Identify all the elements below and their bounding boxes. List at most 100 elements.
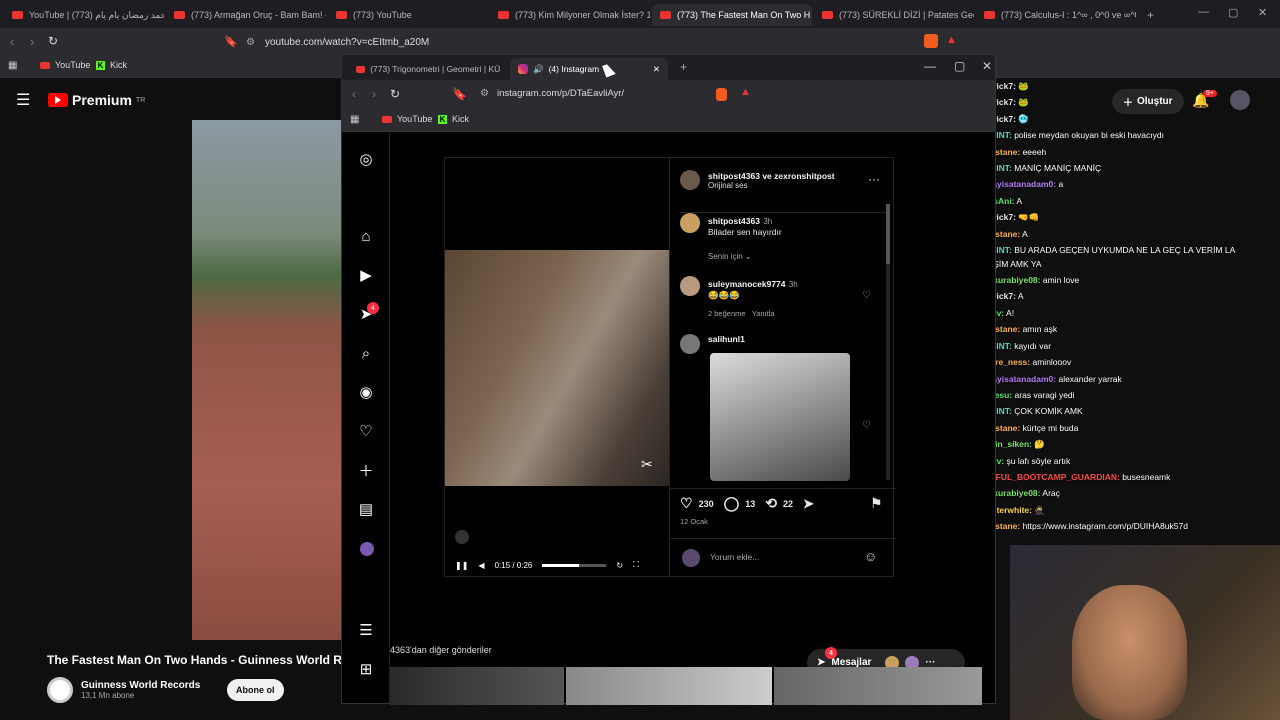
outer-address-bar[interactable]: ⚙ youtube.com/watch?v=cEItmb_a20M — [246, 31, 966, 53]
close-tab-icon[interactable]: ✕ — [653, 64, 660, 75]
channel-name[interactable]: Guinness World Records — [81, 680, 200, 691]
channel-avatar[interactable] — [47, 677, 73, 703]
outer-tab-4-active[interactable]: (773) The Fastest Man On Two H✕ — [652, 4, 812, 26]
chat-text: 🤜👊 — [1018, 212, 1040, 223]
bookmark-kick[interactable]: K Kick — [96, 60, 127, 70]
minimize-icon[interactable]: — — [1198, 6, 1209, 18]
menu-icon[interactable]: ☰ — [16, 90, 30, 110]
dashboard-icon[interactable]: ▤ — [356, 499, 376, 519]
reload-icon[interactable]: ↻ — [48, 34, 58, 48]
new-tab-icon[interactable]: + — [680, 60, 687, 74]
outer-tab-5[interactable]: (773) SÜREKLİ DİZİ | Patates Gecesi — [814, 4, 974, 26]
more-menu-icon[interactable]: ☰ — [356, 620, 376, 640]
reload-icon[interactable]: ↻ — [390, 87, 400, 101]
youtube-video-player[interactable] — [192, 120, 352, 640]
replay-icon[interactable]: ↻ — [616, 561, 623, 570]
post-author[interactable]: shitpost4363 ve zexronshitpost — [708, 171, 835, 181]
brave-rewards-icon[interactable]: ▲ — [740, 86, 751, 98]
comment-user[interactable]: suleymanocek9774 — [708, 279, 786, 289]
tagged-user-icon[interactable] — [455, 530, 469, 544]
notifications-heart-icon[interactable]: ♡ — [356, 421, 376, 441]
back-icon[interactable]: ‹ — [10, 34, 14, 49]
home-icon[interactable]: ⌂ — [356, 226, 376, 246]
apps-grid-icon[interactable]: ▦ — [350, 114, 359, 125]
comment-avatar[interactable] — [680, 334, 700, 354]
bookmark-icon[interactable]: 🔖 — [452, 87, 467, 101]
caption-user[interactable]: shitpost4363 — [708, 216, 760, 226]
grid-post-thumb[interactable] — [390, 667, 564, 705]
site-info-icon[interactable]: ⚙ — [246, 37, 255, 48]
outer-tab-6[interactable]: (773) Calculus-I : 1^∞ , 0^0 ve ∞^0 — [976, 4, 1136, 26]
chat-message: 11_kestane: eeeeh — [972, 144, 1272, 160]
ig-tab-1-active[interactable]: 🔊 (4) Instagram ✕ — [510, 58, 668, 80]
comments-scrollbar[interactable] — [886, 204, 890, 480]
post-video[interactable]: ✂ ❚❚ ◀ 0:15 / 0:26 ↻ ⛶ — [445, 158, 669, 576]
save-icon[interactable]: ⚑ — [870, 495, 883, 512]
pause-icon[interactable]: ❚❚ — [455, 561, 468, 570]
comment-avatar[interactable] — [680, 276, 700, 296]
grid-post-thumb[interactable] — [566, 667, 772, 705]
threads-icon[interactable]: ⊞ — [356, 659, 376, 679]
more-options-icon[interactable]: ··· — [868, 172, 880, 186]
close-window-icon[interactable]: ✕ — [982, 59, 992, 73]
subscribe-button[interactable]: Abone ol — [227, 679, 284, 701]
close-window-icon[interactable]: ✕ — [1258, 6, 1267, 19]
author-avatar[interactable] — [680, 170, 700, 190]
back-icon[interactable]: ‹ — [352, 87, 356, 101]
bookmark-youtube[interactable]: YouTube — [40, 60, 90, 70]
chat-text: amin love — [1042, 275, 1080, 286]
comment-icon[interactable]: ◯ — [724, 495, 740, 512]
ig-tab-0[interactable]: (773) Trigonometri | Geometri | KÜFÜ — [348, 58, 508, 80]
minimize-icon[interactable]: — — [924, 59, 936, 73]
apps-grid-icon[interactable]: ▦ — [8, 60, 17, 71]
instagram-logo-icon[interactable]: ◎ — [356, 149, 376, 169]
maximize-icon[interactable]: ▢ — [1228, 6, 1238, 19]
like-comment-icon[interactable]: ♡ — [862, 290, 871, 301]
emoji-icon[interactable]: ☺ — [864, 549, 877, 564]
caption-avatar[interactable] — [680, 213, 700, 233]
chat-message: 11_kestane: kürtçe mi buda — [972, 420, 1272, 436]
audio-label[interactable]: Orijinal ses — [708, 181, 835, 190]
stream-chat-overlay: tursurick7: 🐸tursurick7: 🐸tursurick7: 🥶D… — [972, 78, 1272, 548]
scrollbar-thumb[interactable] — [886, 204, 890, 264]
forward-icon[interactable]: › — [372, 87, 376, 101]
outer-tab-0[interactable]: YouTube | محمد رمضان يام يام (773) — [4, 4, 164, 26]
reels-icon[interactable]: ▶ — [356, 265, 376, 285]
bookmark-kick[interactable]: K Kick — [438, 114, 469, 124]
profile-avatar[interactable] — [360, 542, 374, 556]
like-icon[interactable]: ♡ — [680, 495, 693, 512]
comment-sort-dropdown[interactable]: Senin için ⌄ — [708, 252, 752, 261]
explore-icon[interactable]: ◉ — [356, 382, 376, 402]
brave-rewards-icon[interactable]: ▲ — [946, 34, 957, 46]
mute-icon[interactable]: ◀ — [478, 561, 484, 570]
bookmark-icon[interactable]: 🔖 — [224, 35, 238, 48]
reply-link[interactable]: Yanıtla — [752, 309, 775, 318]
comment-user[interactable]: salihunl1 — [708, 334, 745, 354]
chat-text: 🥷 — [1034, 504, 1045, 515]
create-icon[interactable]: ＋ — [356, 460, 376, 480]
new-tab-icon[interactable]: + — [1147, 8, 1154, 22]
bookmark-youtube[interactable]: YouTube — [382, 114, 432, 124]
site-info-icon[interactable]: ⚙ — [480, 88, 489, 99]
post-header: shitpost4363 ve zexronshitpost Orijinal … — [680, 170, 880, 190]
comment-input[interactable]: Yorum ekle... — [710, 552, 759, 562]
repost-icon[interactable]: ⟲ — [765, 495, 777, 512]
brave-shield-icon[interactable] — [924, 34, 938, 48]
ig-address-bar[interactable]: instagram.com/p/DTaEavliAyr/ — [497, 88, 624, 99]
outer-tab-2[interactable]: (773) YouTube — [328, 4, 488, 26]
outer-tab-3[interactable]: (773) Kim Milyoner Olmak İster? 120 — [490, 4, 650, 26]
search-icon[interactable]: ⌕ — [356, 343, 376, 363]
comment-likes[interactable]: 2 beğenme — [708, 309, 746, 318]
outer-tab-1[interactable]: (773) Armağan Oruç - Bam Bam! - Y — [166, 4, 326, 26]
fullscreen-icon[interactable]: ⛶ — [633, 560, 639, 570]
brave-shield-icon[interactable] — [716, 88, 727, 101]
instagram-favicon-icon — [518, 64, 528, 74]
like-comment-icon[interactable]: ♡ — [862, 420, 871, 431]
grid-post-thumb[interactable] — [774, 667, 982, 705]
comment-image[interactable] — [710, 353, 850, 481]
forward-icon[interactable]: › — [30, 34, 34, 49]
maximize-icon[interactable]: ▢ — [954, 59, 965, 73]
video-progress-bar[interactable] — [542, 563, 607, 567]
share-icon[interactable]: ➤ — [803, 496, 814, 512]
youtube-premium-logo[interactable]: Premium TR — [48, 92, 145, 108]
